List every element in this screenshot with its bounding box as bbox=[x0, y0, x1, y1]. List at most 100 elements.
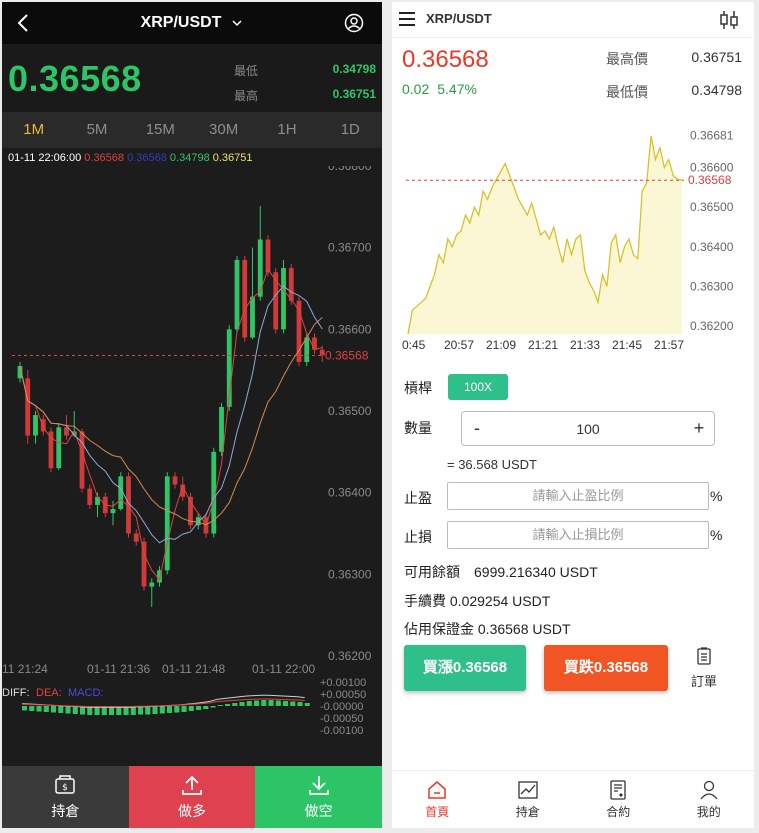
macd-bar bbox=[58, 706, 64, 713]
nav-profile[interactable]: 我的 bbox=[664, 771, 755, 828]
macd-bar bbox=[210, 706, 216, 708]
macd-bar bbox=[22, 706, 28, 711]
x-tick-label: 21:45 bbox=[612, 338, 642, 352]
stop-loss-input[interactable]: 請輸入止損比例 bbox=[447, 521, 709, 549]
ma-line-long bbox=[19, 317, 323, 526]
chevron-down-icon[interactable] bbox=[231, 17, 243, 29]
buy-up-button[interactable]: 買漲0.36568 bbox=[404, 645, 526, 691]
macd-bar bbox=[51, 706, 57, 713]
nav-holdings[interactable]: 持倉 bbox=[483, 771, 574, 828]
increase-button[interactable]: + bbox=[684, 418, 714, 439]
left-header: XRP/USDT bbox=[2, 2, 382, 44]
x-tick-label: 21:57 bbox=[654, 338, 684, 352]
orders-label: 訂單 bbox=[690, 674, 717, 689]
high-price-label: 最高價 bbox=[606, 51, 648, 67]
change-value: 0.02 bbox=[402, 81, 430, 97]
nav-contract-label: 合約 bbox=[606, 805, 631, 819]
candlestick-chart[interactable]: 0.36800 0.36700 0.36600 0.36500 0.36400 0.363… bbox=[2, 166, 382, 766]
macd-bar bbox=[29, 706, 35, 711]
nav-holdings-label: 持倉 bbox=[515, 805, 540, 819]
take-profit-unit: % bbox=[710, 488, 723, 504]
y-tick-label: 0.36300 bbox=[690, 279, 734, 293]
macd-bar bbox=[239, 702, 245, 706]
low-label: 最低 bbox=[234, 64, 259, 78]
take-profit-input[interactable]: 請輸入止盈比例 bbox=[447, 482, 709, 510]
high-value: 0.36751 bbox=[332, 87, 376, 101]
decrease-button[interactable]: - bbox=[462, 418, 492, 439]
contract-icon bbox=[610, 780, 626, 800]
macd-bar bbox=[290, 701, 296, 706]
candle-body bbox=[257, 239, 263, 297]
tab-1m[interactable]: 1M bbox=[2, 112, 65, 148]
left-action-bar: $ 持倉 做多 做空 bbox=[2, 766, 382, 828]
macd-bar bbox=[232, 703, 238, 706]
menu-icon[interactable] bbox=[398, 10, 416, 28]
orders-button[interactable]: 訂單 bbox=[684, 647, 724, 690]
y-tick-label: 0.36800 bbox=[328, 166, 372, 173]
macd-bar bbox=[297, 702, 303, 706]
user-icon[interactable] bbox=[344, 13, 364, 33]
macd-bar bbox=[225, 704, 231, 706]
x-tick-label: 0:45 bbox=[402, 338, 426, 352]
candle-body bbox=[164, 476, 170, 571]
low-value: 0.34798 bbox=[332, 62, 376, 76]
candle-body bbox=[25, 378, 31, 436]
nav-home-label: 首頁 bbox=[425, 805, 450, 819]
macd-bar bbox=[188, 706, 194, 711]
tab-15m[interactable]: 15M bbox=[129, 112, 192, 148]
candlestick-icon[interactable] bbox=[718, 9, 740, 31]
macd-bar bbox=[65, 706, 71, 714]
ohlc-high: 0.36751 bbox=[212, 152, 253, 164]
price-area-chart[interactable]: 0.36568 0.36681 0.36600 0.36500 0.36400 0.363… bbox=[392, 108, 754, 360]
tab-1d[interactable]: 1D bbox=[319, 112, 382, 148]
quantity-input[interactable]: 100 bbox=[492, 421, 684, 437]
macd-bar bbox=[152, 706, 158, 714]
nav-contract[interactable]: 合約 bbox=[573, 771, 664, 828]
download-arrow-icon bbox=[308, 776, 329, 795]
low-price-value: 0.34798 bbox=[691, 82, 742, 98]
holdings-button[interactable]: $ 持倉 bbox=[2, 766, 129, 828]
home-icon bbox=[428, 781, 446, 799]
macd-bar bbox=[254, 700, 260, 706]
y-tick-label: 0.36300 bbox=[328, 567, 372, 581]
x-tick-label: 21:33 bbox=[570, 338, 600, 352]
right-header: XRP/USDT bbox=[392, 2, 754, 38]
candle-body bbox=[87, 488, 93, 505]
tab-5m[interactable]: 5M bbox=[65, 112, 128, 148]
macd-bar bbox=[268, 700, 274, 706]
long-button[interactable]: 做多 bbox=[128, 766, 256, 828]
back-arrow-icon[interactable] bbox=[12, 11, 36, 35]
macd-bar bbox=[283, 701, 289, 706]
macd-bar bbox=[181, 706, 187, 712]
low-price-label: 最低價 bbox=[606, 84, 648, 100]
tab-30m[interactable]: 30M bbox=[192, 112, 255, 148]
macd-tick-label: -0.00100 bbox=[320, 725, 363, 737]
take-profit-label: 止盈 bbox=[404, 490, 432, 506]
y-tick-label: 0.36400 bbox=[690, 240, 734, 254]
kline-panel: XRP/USDT 0.36568 最低 0.34798 最高 0.36751 1… bbox=[2, 2, 382, 828]
candle-body bbox=[281, 268, 286, 330]
candle-body bbox=[56, 427, 62, 469]
x-tick-label: 01-11 21:36 bbox=[87, 662, 150, 676]
ohlc-time: 01-11 22:06:00 bbox=[8, 152, 82, 164]
current-price: 0.36568 bbox=[8, 58, 142, 99]
nav-home[interactable]: 首頁 bbox=[392, 771, 483, 828]
candle-body bbox=[172, 476, 178, 485]
buy-down-button[interactable]: 買跌0.36568 bbox=[544, 645, 668, 691]
x-tick-label: 11 21:24 bbox=[2, 662, 48, 676]
short-button[interactable]: 做空 bbox=[255, 766, 382, 828]
pair-title[interactable]: XRP/USDT bbox=[141, 14, 222, 32]
x-tick-label: 20:57 bbox=[444, 338, 474, 352]
candle-body bbox=[265, 239, 271, 273]
x-tick-label: 01-11 21:48 bbox=[162, 662, 225, 676]
leverage-button[interactable]: 100X bbox=[448, 374, 508, 400]
timeframe-tabs: 1M 5M 15M 30M 1H 1D bbox=[2, 112, 382, 148]
wallet-icon: $ bbox=[55, 775, 76, 794]
tab-1h[interactable]: 1H bbox=[255, 112, 318, 148]
candle-body bbox=[64, 427, 69, 436]
ohlc-low: 0.34798 bbox=[169, 152, 210, 164]
candle-body bbox=[79, 431, 85, 489]
candle-body bbox=[133, 533, 139, 542]
macd-bar bbox=[196, 706, 202, 710]
candle-body bbox=[312, 337, 317, 350]
